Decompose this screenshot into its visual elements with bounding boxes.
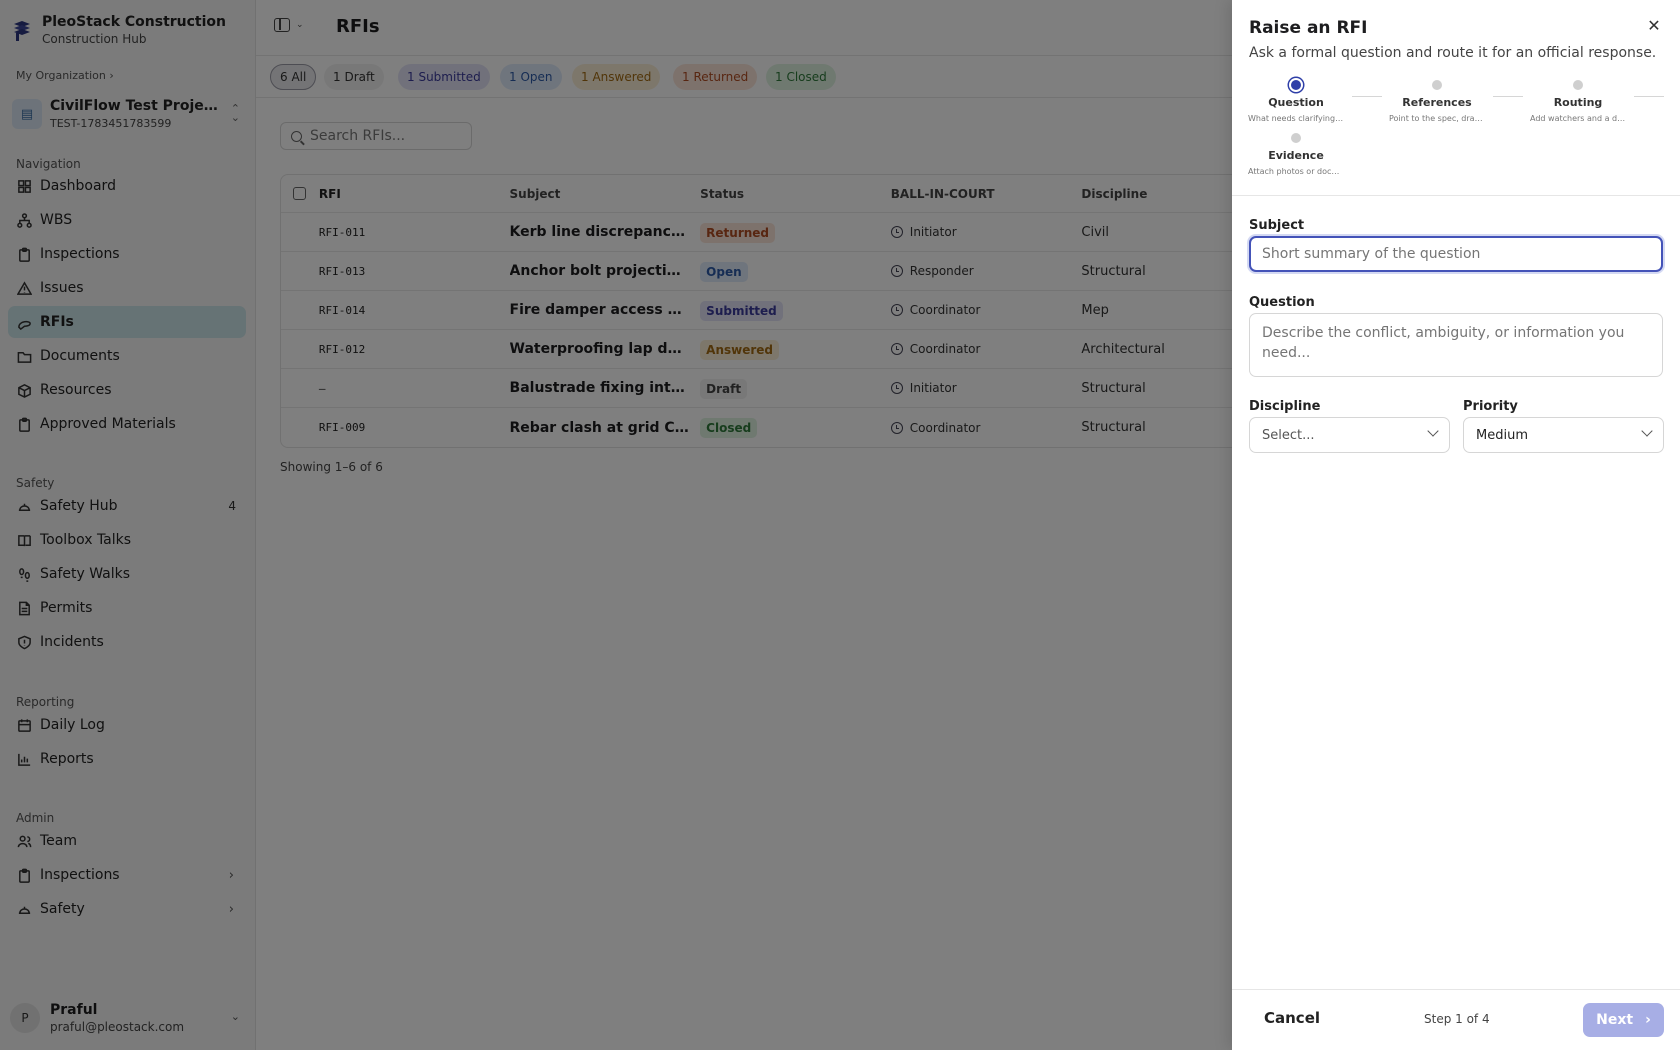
step-indicator xyxy=(1291,133,1301,143)
question-textarea[interactable] xyxy=(1249,313,1663,377)
drawer-title: Raise an RFI xyxy=(1249,18,1368,38)
step-connector xyxy=(1493,96,1523,97)
next-button[interactable]: Next › xyxy=(1583,1003,1664,1037)
chevron-down-icon xyxy=(1641,425,1653,437)
step-description: Point to the spec, drawi... xyxy=(1389,114,1485,123)
step-connector xyxy=(1634,96,1664,97)
step-label: Routing xyxy=(1553,96,1603,109)
discipline-select[interactable]: Select... xyxy=(1249,417,1450,453)
modal-backdrop[interactable] xyxy=(0,0,1232,1050)
stepper: Question What needs clarifying, ... Refere… xyxy=(1232,70,1680,196)
step-indicator xyxy=(1573,80,1583,90)
step-indicator xyxy=(1291,80,1301,90)
drawer-subtitle: Ask a formal question and route it for a… xyxy=(1249,45,1657,61)
priority-label: Priority xyxy=(1463,399,1518,414)
step-description: Add watchers and a du... xyxy=(1530,114,1626,123)
step-description: What needs clarifying, ... xyxy=(1248,114,1344,123)
close-button[interactable]: ✕ xyxy=(1644,15,1664,35)
chevron-right-icon: › xyxy=(1645,1012,1651,1028)
step-counter: Step 1 of 4 xyxy=(1424,1012,1490,1026)
step-indicator xyxy=(1432,80,1442,90)
raise-rfi-drawer: Raise an RFI Ask a formal question and r… xyxy=(1232,0,1680,1050)
step-question[interactable]: Question What needs clarifying, ... xyxy=(1248,80,1344,123)
step-references[interactable]: References Point to the spec, drawi... xyxy=(1389,80,1485,123)
step-routing[interactable]: Routing Add watchers and a du... xyxy=(1530,80,1626,123)
chevron-down-icon xyxy=(1427,425,1439,437)
subject-input[interactable] xyxy=(1249,236,1663,272)
step-evidence[interactable]: Evidence Attach photos or docu... xyxy=(1248,133,1344,176)
step-label: References xyxy=(1402,96,1472,109)
step-connector xyxy=(1352,96,1382,97)
next-button-label: Next xyxy=(1596,1012,1634,1028)
subject-label: Subject xyxy=(1249,218,1305,233)
discipline-value: Select... xyxy=(1262,427,1315,443)
drawer-footer: Cancel Step 1 of 4 Next › xyxy=(1232,989,1680,1050)
step-description: Attach photos or docu... xyxy=(1248,167,1344,176)
question-label: Question xyxy=(1249,295,1315,310)
priority-select[interactable]: Medium xyxy=(1463,417,1664,453)
step-label: Evidence xyxy=(1268,149,1324,162)
close-icon: ✕ xyxy=(1647,15,1661,35)
step-label: Question xyxy=(1268,96,1324,109)
discipline-label: Discipline xyxy=(1249,399,1321,414)
cancel-button[interactable]: Cancel xyxy=(1264,1009,1320,1027)
priority-value: Medium xyxy=(1476,427,1528,443)
